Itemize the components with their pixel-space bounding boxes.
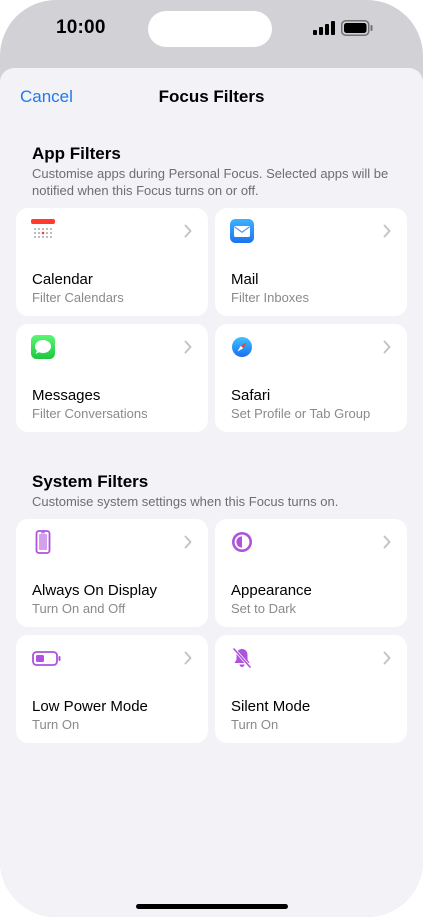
filter-card-title: Appearance bbox=[231, 582, 312, 599]
nav-bar: Cancel Focus Filters bbox=[0, 68, 423, 124]
filter-card-title: Always On Display bbox=[32, 582, 158, 599]
chevron-right-icon bbox=[383, 651, 391, 665]
app-filters-description: Customise apps during Personal Focus. Se… bbox=[32, 166, 389, 198]
filter-card-calendar[interactable]: Calendar Filter Calendars bbox=[16, 208, 208, 316]
filter-card-subtitle: Filter Inboxes bbox=[231, 290, 310, 305]
filter-card-appearance[interactable]: Appearance Set to Dark bbox=[215, 519, 407, 627]
status-bar: 10:00 bbox=[0, 0, 423, 60]
calendar-icon bbox=[31, 219, 55, 243]
phone-icon bbox=[35, 530, 51, 554]
filter-card-silent-mode[interactable]: Silent Mode Turn On bbox=[215, 635, 407, 743]
filter-card-subtitle: Set Profile or Tab Group bbox=[231, 406, 371, 421]
filter-card-safari[interactable]: Safari Set Profile or Tab Group bbox=[215, 324, 407, 432]
dynamic-island bbox=[148, 11, 272, 47]
filter-card-subtitle: Set to Dark bbox=[231, 601, 297, 616]
system-filters-title: System Filters bbox=[32, 472, 149, 491]
focus-filters-sheet: Cancel Focus Filters App Filters Customi… bbox=[0, 68, 423, 917]
app-filters-title: App Filters bbox=[32, 144, 121, 163]
messages-icon bbox=[31, 335, 55, 359]
filter-card-title: Calendar bbox=[32, 271, 93, 288]
system-filters-description: Customise system settings when this Focu… bbox=[32, 494, 339, 509]
battery-status-icon bbox=[341, 20, 373, 36]
filter-card-subtitle: Turn On and Off bbox=[32, 601, 126, 616]
filter-card-title: Messages bbox=[32, 387, 101, 404]
appearance-icon bbox=[232, 532, 252, 552]
filter-card-title: Safari bbox=[231, 387, 271, 404]
filter-card-title: Low Power Mode bbox=[32, 698, 148, 715]
filter-card-title: Mail bbox=[231, 271, 259, 288]
chevron-right-icon bbox=[184, 224, 192, 238]
chevron-right-icon bbox=[184, 340, 192, 354]
filter-card-messages[interactable]: Messages Filter Conversations bbox=[16, 324, 208, 432]
chevron-right-icon bbox=[184, 535, 192, 549]
filter-card-subtitle: Filter Conversations bbox=[32, 406, 148, 421]
mail-icon bbox=[230, 219, 254, 243]
filter-card-always-on-display[interactable]: Always On Display Turn On and Off bbox=[16, 519, 208, 627]
filter-card-subtitle: Turn On bbox=[231, 717, 279, 732]
filter-card-low-power-mode[interactable]: Low Power Mode Turn On bbox=[16, 635, 208, 743]
chevron-right-icon bbox=[184, 651, 192, 665]
home-indicator[interactable] bbox=[136, 904, 288, 909]
status-time: 10:00 bbox=[56, 17, 106, 38]
safari-icon bbox=[230, 335, 254, 359]
page-title: Focus Filters bbox=[158, 87, 265, 106]
bell-slash-icon bbox=[232, 648, 252, 668]
chevron-right-icon bbox=[383, 224, 391, 238]
filter-card-subtitle: Turn On bbox=[32, 717, 80, 732]
cellular-signal-icon bbox=[313, 21, 335, 35]
filter-card-mail[interactable]: Mail Filter Inboxes bbox=[215, 208, 407, 316]
battery-icon bbox=[32, 651, 61, 666]
filter-card-title: Silent Mode bbox=[231, 698, 311, 715]
chevron-right-icon bbox=[383, 535, 391, 549]
phone-screen: 10:00 Cancel Focus Filters App Filters C… bbox=[0, 0, 423, 917]
chevron-right-icon bbox=[383, 340, 391, 354]
filter-card-subtitle: Filter Calendars bbox=[32, 290, 124, 305]
